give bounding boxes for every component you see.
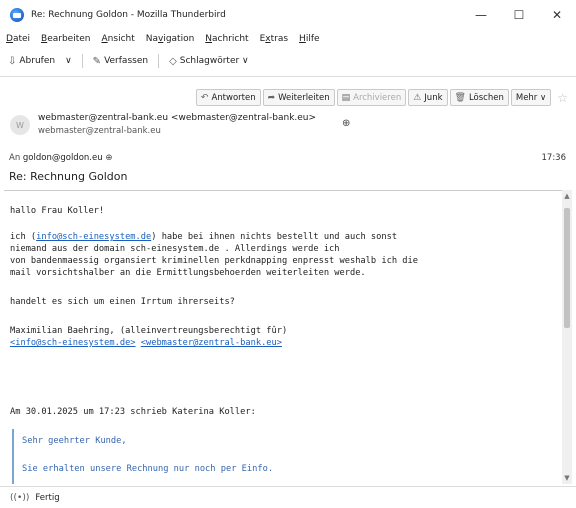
more-button[interactable]: Mehr ∨: [510, 89, 552, 106]
download-icon: ⇩: [8, 55, 17, 67]
body-text: ) habe bei ihnen nichts bestellt und auc…: [151, 232, 398, 242]
delete-button[interactable]: 🗑 Löschen: [449, 89, 509, 106]
star-icon[interactable]: ☆: [557, 91, 568, 105]
message-subject: Re: Rechnung Goldon: [9, 170, 128, 183]
toolbar-separator: [81, 54, 83, 68]
reply-icon: ↶: [200, 92, 209, 103]
minimize-button[interactable]: —: [462, 0, 500, 30]
to-address[interactable]: goldon@goldon.eu: [23, 153, 103, 163]
archive-icon: ▤: [341, 92, 351, 103]
body-paragraph-line: mail vorsichtshalber an die Ermittlungsb…: [10, 268, 366, 278]
pencil-icon: ✎: [92, 55, 102, 67]
reply-button[interactable]: ↶ Antworten: [195, 89, 261, 106]
title-bar: Re: Rechnung Goldon - Mozilla Thunderbir…: [0, 0, 576, 30]
toolbar-separator: [158, 54, 160, 68]
to-contact-icon[interactable]: ⊕: [105, 153, 112, 163]
signature-links: <info@sch-einesystem.de> <webmaster@zent…: [10, 337, 282, 349]
message-body: hallo Frau Koller! ich (info@sch-einesys…: [4, 190, 564, 484]
junk-icon: ⚠: [413, 92, 422, 103]
quoted-text: Sie erhalten unsere Rechnung nur noch pe…: [22, 464, 274, 474]
scroll-down-icon[interactable]: ▼: [562, 474, 572, 482]
get-mail-label: Abrufen: [19, 56, 56, 66]
to-label: An: [9, 153, 21, 163]
forward-icon: ➦: [267, 92, 276, 103]
body-question: handelt es sich um einen Irrtum ihrersei…: [10, 297, 235, 307]
from-address-secondary: webmaster@zentral-bank.eu: [38, 126, 161, 136]
get-mail-button[interactable]: ⇩ Abrufen: [8, 56, 55, 67]
add-contact-icon[interactable]: ⊕: [342, 118, 350, 129]
signature-line: Maximilian Baehring, (alleinvertreungsbe…: [10, 326, 288, 336]
write-button[interactable]: ✎ Verfassen: [93, 56, 148, 67]
status-text: Fertig: [35, 492, 60, 503]
write-label: Verfassen: [104, 56, 149, 66]
delete-label: Löschen: [468, 92, 504, 103]
maximize-button[interactable]: ☐: [500, 0, 538, 30]
window-title: Re: Rechnung Goldon - Mozilla Thunderbir…: [31, 10, 226, 20]
menu-ansicht[interactable]: Ansicht: [102, 34, 135, 44]
quote-bar: [12, 429, 14, 484]
body-paragraph-line: niemand aus der domain sch-einesystem.de…: [10, 244, 340, 254]
close-button[interactable]: ✕: [538, 0, 576, 30]
thunderbird-icon: [10, 8, 24, 22]
forward-button[interactable]: ➦ Weiterleiten: [262, 89, 335, 106]
tags-button[interactable]: ◇ Schlagwörter ∨: [169, 56, 249, 67]
message-header: ↶ Antworten ➦ Weiterleiten ▤ Archivieren ⚠ J…: [0, 76, 576, 188]
body-text: ich (: [10, 232, 37, 242]
quote-header: Am 30.01.2025 um 17:23 schrieb Katerina …: [10, 407, 256, 417]
email-link[interactable]: info@sch-einesystem.de: [36, 232, 151, 242]
message-toolbar: ↶ Antworten ➦ Weiterleiten ▤ Archivieren ⚠ J…: [194, 89, 568, 106]
body-greeting: hallo Frau Koller!: [10, 206, 105, 216]
scroll-thumb[interactable]: [564, 208, 570, 328]
menu-extras[interactable]: Extras: [260, 34, 288, 44]
menu-hilfe[interactable]: Hilfe: [299, 34, 320, 44]
email-link[interactable]: <info@sch-einesystem.de>: [10, 338, 136, 348]
avatar: W: [10, 115, 30, 135]
email-link[interactable]: <webmaster@zentral-bank.eu>: [141, 338, 282, 348]
reply-label: Antworten: [211, 92, 256, 103]
archive-button[interactable]: ▤ Archivieren: [336, 89, 407, 106]
menu-bar: Datei Bearbeiten Ansicht Navigation Nach…: [0, 30, 576, 48]
menu-navigation[interactable]: Navigation: [146, 34, 195, 44]
menu-bearbeiten[interactable]: Bearbeiten: [41, 34, 90, 44]
body-paragraph-line: von bandenmaessig organsiert kriminellen…: [10, 256, 418, 266]
activity-icon: ((•)): [10, 492, 30, 503]
body-paragraph-line: ich (info@sch-einesystem.de) habe bei ih…: [10, 231, 397, 243]
menu-nachricht[interactable]: Nachricht: [205, 34, 248, 44]
junk-button[interactable]: ⚠ Junk: [408, 89, 448, 106]
from-address[interactable]: webmaster@zentral-bank.eu <webmaster@zen…: [38, 113, 316, 123]
window-controls: — ☐ ✕: [462, 0, 576, 30]
vertical-scrollbar[interactable]: ▲ ▼: [562, 190, 572, 484]
menu-datei[interactable]: Datei: [6, 34, 30, 44]
quoted-text: Sehr geehrter Kunde,: [22, 436, 127, 446]
message-time: 17:36: [541, 153, 567, 163]
tag-icon: ◇: [169, 55, 177, 67]
forward-label: Weiterleiten: [278, 92, 330, 103]
scroll-up-icon[interactable]: ▲: [562, 192, 572, 200]
status-bar: ((•)) Fertig: [0, 486, 576, 508]
trash-icon: 🗑: [454, 92, 466, 103]
tags-label: Schlagwörter ∨: [179, 56, 249, 66]
main-toolbar: ⇩ Abrufen ∨ ✎ Verfassen ◇ Schlagwörter ∨: [0, 50, 576, 72]
get-mail-dropdown[interactable]: ∨: [65, 56, 72, 66]
junk-label: Junk: [424, 92, 443, 103]
to-line: An goldon@goldon.eu ⊕: [9, 153, 112, 163]
archive-label: Archivieren: [353, 92, 402, 103]
